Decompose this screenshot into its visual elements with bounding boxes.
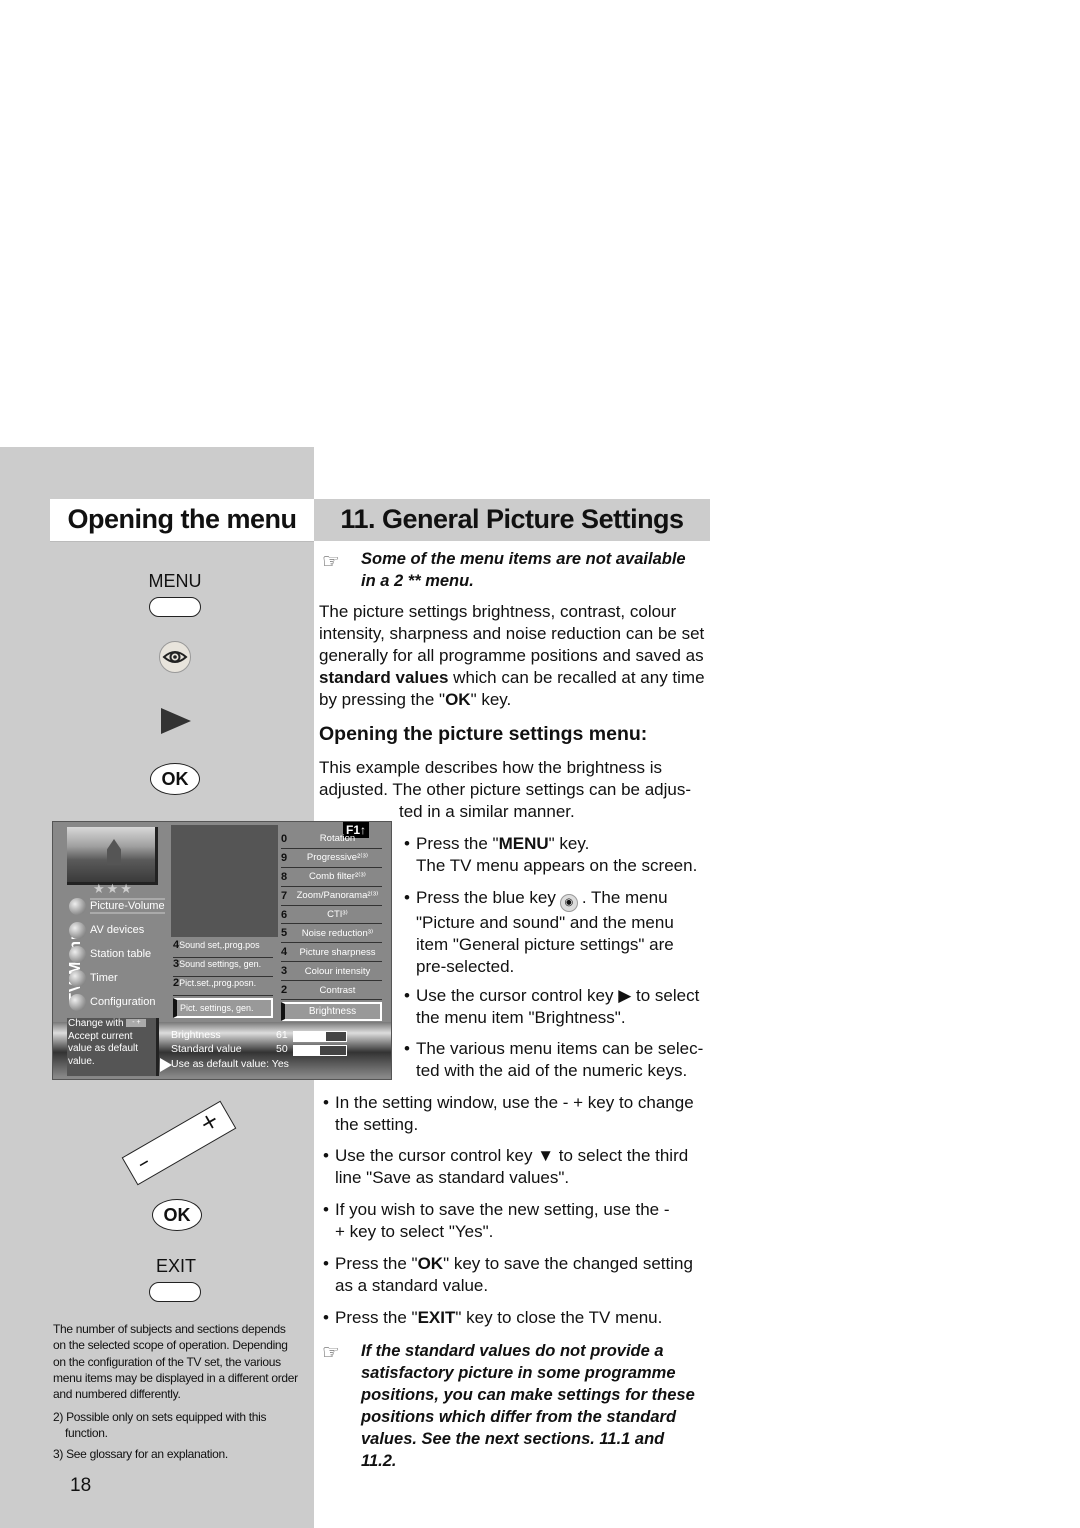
pointing-hand-icon: ☞ bbox=[322, 1340, 340, 1364]
submenu-preview-area bbox=[171, 825, 278, 937]
menu-key bbox=[149, 597, 201, 617]
standard-value-bar-fill bbox=[294, 1046, 320, 1055]
ball-icon bbox=[69, 897, 86, 915]
eye-icon bbox=[162, 651, 188, 663]
setting-item: 2 Contrast bbox=[281, 981, 382, 1001]
footnote-3: 3) See glossary for an explanation. bbox=[53, 1447, 228, 1461]
step-press-ok: • Press the "OK" key to save the changed … bbox=[323, 1254, 693, 1295]
step-select-brightness: • Use the cursor control key ▶ to select … bbox=[404, 986, 700, 1027]
ball-icon bbox=[69, 921, 86, 939]
example-paragraph: This example describes how the brightnes… bbox=[319, 758, 692, 821]
setting-item-selected: Brightness bbox=[281, 1002, 382, 1022]
submenu-item: 4Sound set,.prog.pos bbox=[173, 939, 273, 958]
setting-item: 9 Progressive²⁽³⁾ bbox=[281, 849, 382, 868]
step-press-menu: • Press the "MENU" key. The TV menu appear… bbox=[404, 834, 698, 875]
plus-icon: + bbox=[195, 1107, 224, 1138]
nav-item-picture-volume: Picture-Volume bbox=[69, 896, 165, 916]
submenu-list: 4Sound set,.prog.pos 3Sound settings, ge… bbox=[173, 939, 273, 1018]
ok-key-2: OK bbox=[152, 1199, 202, 1231]
standard-value-label: Standard value bbox=[171, 1043, 242, 1055]
menu-key-label: MENU bbox=[148, 571, 202, 591]
cursor-right-key-icon bbox=[161, 708, 191, 734]
page-number: 18 bbox=[70, 1475, 92, 1496]
help-box: Change with - + Accept current value as … bbox=[67, 1018, 159, 1076]
rating-stars: ★★★ bbox=[93, 881, 134, 896]
submenu-item-selected: Pict. settings, gen. bbox=[173, 998, 273, 1018]
eye-key-icon bbox=[159, 641, 191, 673]
minus-plus-key-icon: - + bbox=[126, 1019, 147, 1028]
pointing-hand-icon: ☞ bbox=[322, 549, 340, 573]
brightness-label: Brightness bbox=[171, 1029, 221, 1041]
section-title-left: Opening the menu bbox=[50, 499, 314, 542]
setting-item: 4 Picture sharpness bbox=[281, 943, 382, 963]
brightness-value: 61 bbox=[276, 1029, 288, 1041]
step-numeric-keys: • The various menu items can be selec- te… bbox=[404, 1039, 704, 1080]
blue-key-eye-icon: ◉ bbox=[559, 894, 578, 912]
setting-item: 3 Colour intensity bbox=[281, 962, 382, 982]
setting-item: 0 Rotation bbox=[281, 830, 382, 849]
step-press-blue-key: • Press the blue key ◉. The menu "Picture … bbox=[404, 888, 674, 976]
nav-item-av-devices: AV devices bbox=[69, 920, 144, 940]
tv-menu-screenshot: ★★★ TV-Menu Picture-Volume AV devices St… bbox=[52, 821, 392, 1080]
submenu-item: 3Sound settings, gen. bbox=[173, 958, 273, 977]
step-change-setting: • In the setting window, use the - + key … bbox=[323, 1093, 694, 1134]
exit-key bbox=[149, 1282, 201, 1302]
submenu-item: 2Pict.set.,prog.posn. bbox=[173, 977, 273, 996]
note-availability: Some of the menu items are not available… bbox=[361, 550, 686, 590]
brightness-bar bbox=[293, 1031, 347, 1042]
default-value-line: Use as default value: Yes bbox=[171, 1058, 289, 1070]
step-select-third-line: • Use the cursor control key ▼ to select … bbox=[323, 1146, 689, 1187]
setting-item: 6 CTI³⁾ bbox=[281, 906, 382, 925]
nav-item-timer: Timer bbox=[69, 968, 118, 988]
subheading: Opening the picture settings menu: bbox=[319, 723, 648, 745]
footnote-main: The number of subjects and sections depe… bbox=[53, 1322, 298, 1402]
setting-item: 8 Comb filter²⁽³⁾ bbox=[281, 868, 382, 887]
nav-item-configuration: Configuration bbox=[69, 992, 155, 1012]
ok-key: OK bbox=[150, 763, 200, 795]
chapter-title: 11. General Picture Settings bbox=[314, 499, 710, 541]
exit-key-label: EXIT bbox=[155, 1256, 196, 1276]
brightness-bar-fill bbox=[294, 1032, 326, 1041]
intro-paragraph: The picture settings brightness, contras… bbox=[319, 602, 705, 709]
standard-value: 50 bbox=[276, 1043, 288, 1055]
preview-photo bbox=[67, 827, 158, 885]
setting-item: 5 Noise reduction³⁾ bbox=[281, 924, 382, 944]
ball-icon bbox=[69, 969, 86, 987]
ball-icon bbox=[69, 993, 86, 1011]
step-select-yes: • If you wish to save the new setting, us… bbox=[323, 1200, 670, 1241]
note-standard-values: If the standard values do not provide a … bbox=[361, 1342, 695, 1470]
minus-icon: – bbox=[132, 1149, 155, 1177]
step-press-exit: • Press the "EXIT" key to close the TV me… bbox=[323, 1308, 663, 1327]
nav-item-station-table: Station table bbox=[69, 944, 151, 964]
footnote-2: 2) Possible only on sets equipped with t… bbox=[53, 1410, 267, 1441]
ball-icon bbox=[69, 945, 86, 963]
standard-value-bar bbox=[293, 1045, 347, 1056]
setting-item: 7 Zoom/Panorama²⁽³⁾ bbox=[281, 887, 382, 906]
picture-settings-list: 0 Rotation 9 Progressive²⁽³⁾ 8 Comb filter²… bbox=[281, 830, 382, 1022]
